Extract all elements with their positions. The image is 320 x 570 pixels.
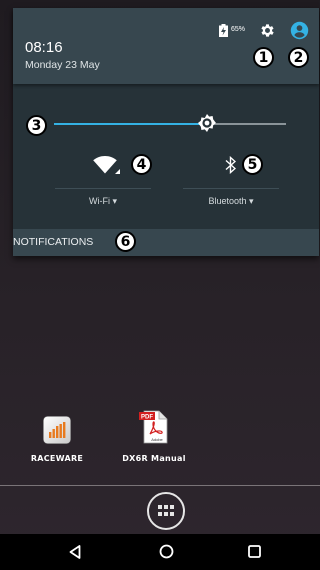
app-label: DX6R Manual [122,454,186,463]
brightness-thumb-icon[interactable] [198,114,216,132]
raceware-app-icon [43,416,71,444]
notifications-header: NOTIFICATIONS [13,229,319,256]
dock-divider [0,485,320,486]
app-grid-icon [158,505,174,516]
battery-percentage: 65% [231,26,246,33]
wifi-activity-icon [115,169,120,174]
app-dx6r-manual[interactable]: PDF Adobe DX6R Manual [119,410,189,463]
status-header: 08:16 Monday 23 May 65% [13,8,319,84]
home-icon[interactable] [159,544,174,559]
callout-4: 4 [131,154,152,175]
quick-settings-panel: 08:16 Monday 23 May 65% Wi-Fi ▾ Bluetoot… [13,8,319,256]
wifi-icon[interactable] [93,156,117,174]
pdf-brand-text: Adobe [151,437,163,442]
wifi-dropdown-icon: ▾ [112,196,118,206]
pdf-badge-text: PDF [141,415,153,421]
bluetooth-icon[interactable] [225,156,236,174]
callout-1: 1 [253,47,274,68]
brightness-level-fill [54,123,207,125]
callout-3: 3 [26,115,47,136]
app-drawer-button[interactable] [147,492,185,530]
bluetooth-tile-divider [183,188,279,189]
bluetooth-dropdown-icon: ▾ [249,196,254,206]
callout-2: 2 [288,47,309,68]
wifi-tile-divider [55,188,151,189]
notifications-label: NOTIFICATIONS [13,236,94,248]
callout-5: 5 [242,154,263,175]
back-icon[interactable] [69,545,81,559]
clock: 08:16 [25,39,63,56]
bluetooth-tile-label[interactable]: Bluetooth ▾ [183,196,279,207]
user-account-icon[interactable] [290,21,309,40]
app-raceware[interactable]: RACEWARE [22,416,92,463]
bluetooth-label: Bluetooth [208,196,247,206]
navigation-bar [0,534,320,570]
battery-charging-icon [219,24,228,37]
wifi-tile-label[interactable]: Wi-Fi ▾ [55,196,151,207]
callout-6: 6 [115,231,136,252]
pdf-document-icon: PDF Adobe [139,410,168,444]
wifi-label: Wi-Fi [88,196,110,206]
date: Monday 23 May [25,59,100,71]
settings-gear-icon[interactable] [259,22,276,39]
app-label: RACEWARE [30,454,84,463]
brightness-slider[interactable] [54,123,286,125]
android-screen: 08:16 Monday 23 May 65% Wi-Fi ▾ Bluetoot… [0,0,320,570]
recents-icon[interactable] [248,545,261,558]
